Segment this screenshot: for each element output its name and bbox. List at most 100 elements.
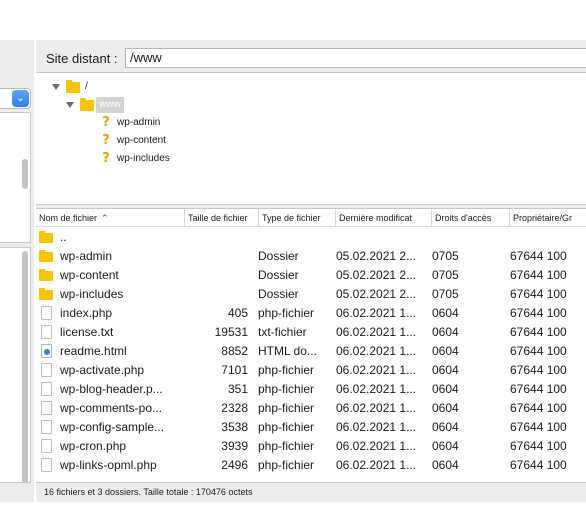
file-owner: 67644 100: [510, 363, 567, 377]
file-permissions: 0604: [432, 344, 459, 358]
local-path-combo[interactable]: ⌄: [0, 88, 31, 109]
file-icon-cell: [39, 228, 53, 247]
tree-node-wp-admin[interactable]: ? wp-admin: [100, 115, 240, 131]
file-size: 3538: [221, 420, 248, 434]
file-icon-cell: [39, 437, 53, 456]
remote-tree[interactable]: / www ? wp-admin ? wp-content ? wp-inclu…: [36, 72, 586, 205]
tree-node-root[interactable]: /: [52, 79, 172, 95]
file-size: 2328: [221, 401, 248, 415]
document-icon: [41, 458, 52, 472]
file-permissions: 0705: [432, 287, 459, 301]
table-row[interactable]: wp-config-sample... 3538 php-fichier 06.02.…: [36, 418, 586, 437]
file-type: Dossier: [258, 249, 299, 263]
file-owner: 67644 100: [510, 268, 567, 282]
folder-icon: [39, 231, 53, 243]
tree-node-www[interactable]: www: [66, 97, 186, 113]
file-type: Dossier: [258, 268, 299, 282]
tree-node-label: wp-admin: [117, 117, 161, 128]
tree-node-label: wp-content: [117, 135, 166, 146]
file-permissions: 0604: [432, 458, 459, 472]
file-owner: 67644 100: [510, 401, 567, 415]
file-permissions: 0604: [432, 382, 459, 396]
question-icon: ?: [102, 115, 110, 130]
folder-icon: [39, 269, 53, 281]
remote-file-list[interactable]: Nom de fichier ⌃ Taille de fichier Type d…: [36, 208, 586, 482]
file-modified: 05.02.2021 2...: [336, 249, 417, 263]
expand-triangle-icon[interactable]: [52, 84, 60, 90]
file-size: 19531: [214, 325, 248, 339]
column-header-type[interactable]: Type de fichier: [259, 209, 336, 227]
table-row[interactable]: license.txt 19531 txt-fichier 06.02.2021 1.…: [36, 323, 586, 342]
top-area: [0, 0, 586, 40]
file-permissions: 0705: [432, 268, 459, 282]
column-header-name[interactable]: Nom de fichier ⌃: [36, 209, 185, 227]
file-modified: 06.02.2021 1...: [336, 458, 417, 472]
file-modified: 06.02.2021 1...: [336, 363, 417, 377]
local-list-scrollbar[interactable]: [22, 251, 28, 508]
tree-node-wp-includes[interactable]: ? wp-includes: [100, 151, 240, 167]
file-size: 351: [227, 382, 248, 396]
file-size: 3939: [221, 439, 248, 453]
file-type: Dossier: [258, 287, 299, 301]
file-modified: 06.02.2021 1...: [336, 401, 417, 415]
file-type: php-fichier: [258, 439, 315, 453]
document-icon: [41, 401, 52, 415]
table-row[interactable]: index.php 405 php-fichier 06.02.2021 1... 06…: [36, 304, 586, 323]
table-row[interactable]: wp-links-opml.php 2496 php-fichier 06.02.20…: [36, 456, 586, 475]
file-modified: 06.02.2021 1...: [336, 344, 417, 358]
question-icon: ?: [102, 151, 110, 166]
table-row[interactable]: readme.html 8852 HTML do... 06.02.2021 1...…: [36, 342, 586, 361]
file-icon-cell: [39, 380, 53, 399]
column-header-modified[interactable]: Dernière modificat: [336, 209, 432, 227]
table-row[interactable]: wp-includes Dossier 05.02.2021 2... 0705 676…: [36, 285, 586, 304]
local-tree[interactable]: [0, 112, 31, 243]
file-permissions: 0604: [432, 420, 459, 434]
file-size: 8852: [221, 344, 248, 358]
table-row[interactable]: wp-admin Dossier 05.02.2021 2... 0705 67644 …: [36, 247, 586, 266]
table-row[interactable]: wp-comments-po... 2328 php-fichier 06.02.20…: [36, 399, 586, 418]
file-icon-cell: [39, 285, 53, 304]
status-bar: 16 fichiers et 3 dossiers. Taille totale…: [36, 482, 586, 502]
file-type: php-fichier: [258, 382, 315, 396]
folder-icon: [39, 250, 53, 262]
file-owner: 67644 100: [510, 458, 567, 472]
file-icon-cell: [39, 456, 53, 475]
remote-path-input[interactable]: /www: [125, 48, 586, 68]
tree-node-label: wp-includes: [117, 153, 170, 164]
question-icon: ?: [102, 133, 110, 148]
file-icon-cell: [39, 418, 53, 437]
table-row[interactable]: wp-activate.php 7101 php-fichier 06.02.2021…: [36, 361, 586, 380]
file-permissions: [432, 228, 492, 247]
expand-triangle-icon[interactable]: [66, 102, 74, 108]
table-row[interactable]: wp-blog-header.p... 351 php-fichier 06.02.2…: [36, 380, 586, 399]
remote-site-label: Site distant :: [46, 51, 118, 66]
file-type: php-fichier: [258, 420, 315, 434]
file-permissions: 0604: [432, 439, 459, 453]
file-modified: [336, 228, 432, 247]
document-icon: [41, 325, 52, 339]
file-modified: 05.02.2021 2...: [336, 287, 417, 301]
folder-icon: [80, 98, 94, 111]
file-size: 2496: [221, 458, 248, 472]
table-row[interactable]: wp-cron.php 3939 php-fichier 06.02.2021 1..…: [36, 437, 586, 456]
document-icon: [41, 382, 52, 396]
file-icon-cell: [39, 399, 53, 418]
chevron-down-icon[interactable]: ⌄: [12, 90, 29, 107]
local-file-list[interactable]: [0, 247, 31, 508]
document-icon: [41, 363, 52, 377]
file-icon-cell: [39, 266, 53, 285]
tree-node-wp-content[interactable]: ? wp-content: [100, 133, 240, 149]
file-permissions: 0604: [432, 401, 459, 415]
column-header-size[interactable]: Taille de fichier: [185, 209, 259, 227]
column-header-permissions[interactable]: Droits d'accès: [432, 209, 510, 227]
file-owner: 67644 100: [510, 420, 567, 434]
table-row[interactable]: ..: [36, 228, 586, 247]
tree-node-label: www: [96, 97, 124, 113]
table-row[interactable]: wp-content Dossier 05.02.2021 2... 0705 6764…: [36, 266, 586, 285]
local-panel: ⌄: [0, 40, 34, 508]
file-owner: 67644 100: [510, 382, 567, 396]
column-header-owner[interactable]: Propriétaire/Gr: [510, 209, 586, 227]
file-owner: [510, 228, 586, 247]
local-tree-scrollbar[interactable]: [22, 159, 28, 189]
document-icon: [41, 439, 52, 453]
